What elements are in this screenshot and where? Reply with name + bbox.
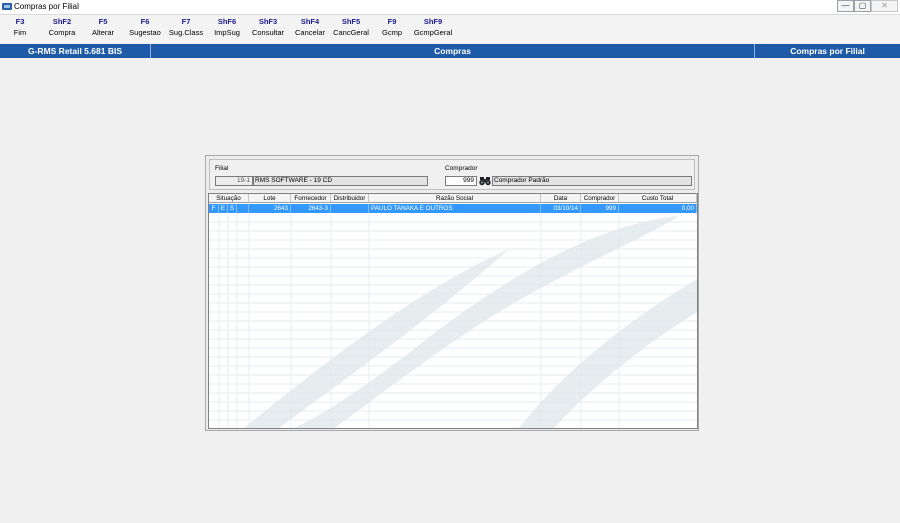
fkey-key: ShF6: [217, 17, 237, 26]
col-header-comprador[interactable]: Comprador: [581, 194, 619, 203]
fkey-alterar-button[interactable]: F5 Alterar: [92, 17, 114, 39]
fkey-key: F5: [98, 17, 108, 26]
col-header-data[interactable]: Data: [541, 194, 581, 203]
filial-code-field[interactable]: 19-1: [215, 176, 253, 186]
fkey-gcmp-button[interactable]: F9 Gcmp: [382, 17, 402, 39]
fkey-consultar-button[interactable]: ShF3 Consultar: [252, 17, 284, 39]
title-bar: Compras por Filial — ▢ ✕: [0, 0, 900, 15]
cell-fornecedor: 2643-3: [291, 204, 331, 213]
filter-box: Filial 19-1 RMS SOFTWARE - 19 CD Comprad…: [209, 159, 695, 190]
screen-title-label: Compras por Filial: [790, 46, 865, 56]
fkey-sugestao-button[interactable]: F6 Sugestao: [129, 17, 161, 39]
fkey-key: F9: [387, 17, 397, 26]
fkey-key: ShF3: [258, 17, 278, 26]
purchases-grid[interactable]: Situação Lote Fornecedor Distribuidor Ra…: [208, 193, 698, 429]
cell-distribuidor: [331, 204, 369, 213]
fkey-impsug-button[interactable]: ShF6 ImpSug: [214, 17, 240, 39]
cell-custo-total: 0,00: [619, 204, 697, 213]
col-header-fornecedor[interactable]: Fornecedor: [291, 194, 331, 203]
app-icon: [2, 3, 12, 10]
fkey-label: Sug.Class: [168, 28, 204, 37]
cell-razao-social: PAULO TANAKA E OUTROS: [369, 204, 541, 213]
binoculars-icon[interactable]: [479, 176, 491, 186]
fkey-compra-button[interactable]: ShF2 Compra: [49, 17, 76, 39]
col-header-distribuidor[interactable]: Distribuidor: [331, 194, 369, 203]
fkey-label: Alterar: [91, 28, 115, 37]
fkey-gcmpgeral-button[interactable]: ShF9 GcmpGeral: [414, 17, 452, 39]
cell-comprador: 999: [581, 204, 619, 213]
minimize-button[interactable]: —: [837, 0, 854, 12]
fkey-label: Gcmp: [381, 28, 403, 37]
cell-situacao-f: F: [209, 204, 219, 213]
fkey-label: Cancelar: [294, 28, 326, 37]
cell-situacao-e: E: [219, 204, 228, 213]
system-version-label: G-RMS Retail 5.681 BIS: [0, 44, 151, 58]
col-header-lote[interactable]: Lote: [249, 194, 291, 203]
purchases-panel: Filial 19-1 RMS SOFTWARE - 19 CD Comprad…: [205, 155, 699, 431]
fkey-key: F6: [140, 17, 150, 26]
fkey-key: F7: [181, 17, 191, 26]
fkey-cancelar-button[interactable]: ShF4 Cancelar: [295, 17, 325, 39]
grid-background: [209, 194, 697, 428]
fkey-key: F3: [15, 17, 25, 26]
fkey-cancgeral-button[interactable]: ShF5 CancGeral: [333, 17, 369, 39]
col-header-razao-social[interactable]: Razão Social: [369, 194, 541, 203]
fkey-key: ShF2: [52, 17, 72, 26]
cell-situacao-s: S: [228, 204, 237, 213]
table-row[interactable]: F E S 2643 2643-3 PAULO TANAKA E OUTROS …: [209, 204, 697, 213]
fkey-label: CancGeral: [333, 28, 369, 37]
fkey-label: Sugestao: [129, 28, 161, 37]
fkey-label: Compra: [48, 28, 76, 37]
fkey-label: GcmpGeral: [413, 28, 453, 37]
comprador-code-field[interactable]: 999: [445, 176, 477, 186]
cell-lote: 2643: [249, 204, 291, 213]
cell-data: 03/10/14: [541, 204, 581, 213]
fkey-key: ShF4: [300, 17, 320, 26]
fkey-key: ShF9: [423, 17, 443, 26]
filial-label: Filial: [215, 165, 229, 172]
window-title: Compras por Filial: [14, 2, 79, 11]
filial-name-field: RMS SOFTWARE - 19 CD: [253, 176, 428, 186]
fkey-label: Fim: [13, 28, 27, 37]
fkey-label: ImpSug: [214, 28, 240, 37]
comprador-label: Comprador: [445, 165, 478, 172]
col-header-situacao[interactable]: Situação: [209, 194, 249, 203]
function-key-toolbar: F3 Fim ShF2 Compra F5 Alterar F6 Sugesta…: [0, 15, 900, 43]
cell-situacao-blank: [237, 204, 249, 213]
status-bar: G-RMS Retail 5.681 BIS Compras Compras p…: [0, 44, 900, 58]
comprador-name-field: Comprador Padrão: [492, 176, 692, 186]
fkey-label: Consultar: [251, 28, 285, 37]
fkey-key: ShF5: [341, 17, 361, 26]
grid-header-row: Situação Lote Fornecedor Distribuidor Ra…: [209, 194, 697, 203]
close-button[interactable]: ✕: [871, 0, 898, 12]
module-label: Compras: [151, 44, 755, 58]
col-header-custo-total[interactable]: Custo Total: [619, 194, 697, 203]
fkey-sugclass-button[interactable]: F7 Sug.Class: [169, 17, 203, 39]
fkey-fim-button[interactable]: F3 Fim: [14, 17, 27, 39]
maximize-button[interactable]: ▢: [854, 0, 871, 12]
